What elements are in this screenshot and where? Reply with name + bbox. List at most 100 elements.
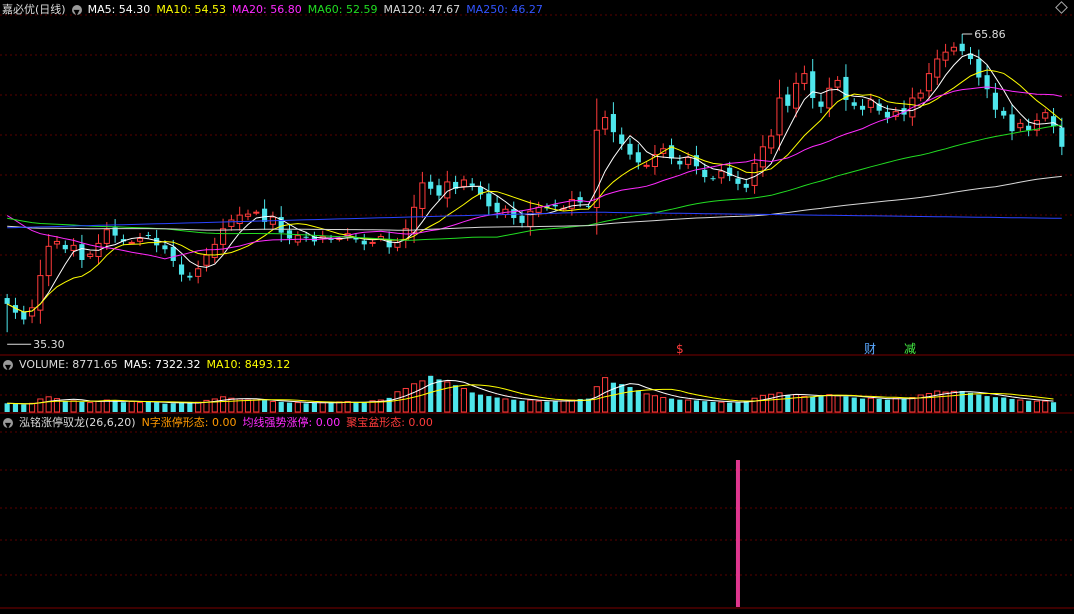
candle-down [859, 105, 866, 110]
candle-up [917, 92, 924, 99]
volume-bar-down [436, 379, 442, 412]
candle-up [751, 162, 758, 186]
volume-bar-up [336, 401, 343, 413]
candle-up [244, 213, 252, 217]
candle-down [635, 152, 641, 163]
candle-up [70, 244, 77, 251]
candle-down [162, 245, 168, 250]
volume-bar-down [286, 402, 293, 412]
candle-down [702, 169, 708, 178]
volume-bar-up [228, 397, 235, 413]
marker-cai[interactable]: 财 [864, 342, 876, 356]
indicator-field-3: 聚宝盆形态: 0.00 [346, 416, 433, 429]
candle-down [619, 134, 625, 144]
volume-bar-down [1001, 397, 1007, 412]
candle-down [992, 92, 998, 110]
candle-up [643, 164, 650, 167]
candle-up [236, 214, 243, 224]
candle-down [4, 298, 10, 304]
candle-down [851, 102, 857, 106]
candle-up [369, 241, 376, 244]
volume-header: ▼ VOLUME: 8771.65 MA5: 7322.32 MA10: 849… [0, 357, 290, 373]
volume-bar-up [95, 400, 102, 413]
ma5-label: MA5: 54.30 [87, 3, 151, 16]
volume-bar-down [610, 382, 616, 412]
volume-bar-up [568, 399, 575, 413]
volume-bar-down [21, 404, 27, 412]
volume-bar-up [419, 380, 426, 413]
volume-bar-down [477, 394, 484, 412]
candle-up [136, 238, 144, 242]
candle-up [411, 206, 418, 233]
stock-name[interactable]: 嘉必优(日线) [2, 2, 66, 18]
candle-up [219, 228, 227, 245]
volume-bar-down [544, 401, 550, 412]
candle-down [627, 143, 633, 155]
volume-bar-up [394, 391, 401, 413]
ma250-label: MA250: 46.27 [466, 3, 543, 16]
ma20-label: MA20: 56.80 [232, 3, 302, 16]
volume-bar-down [702, 401, 708, 412]
low-price-label: 35.30 [33, 338, 65, 351]
volume-bar-up [444, 381, 451, 413]
volume-bar-down [619, 384, 625, 412]
candle-down [436, 185, 442, 196]
candle-down [262, 208, 268, 222]
volume-bar-down [677, 399, 683, 412]
volume-bar-down [635, 390, 641, 412]
volume-bar-up [867, 397, 874, 413]
volume-bar-down [511, 399, 517, 412]
candle-up [460, 179, 467, 187]
chevron-down-icon[interactable]: ▼ [71, 5, 82, 17]
volume-ma5-label: MA5: 7322.32 [123, 358, 201, 371]
ma5-line [6, 53, 1063, 313]
candle-up [128, 241, 135, 244]
volume-bar-up [934, 390, 941, 413]
volume-bar-down [859, 398, 866, 412]
candle-up [776, 97, 783, 136]
candle-up [1042, 112, 1049, 119]
candle-up [53, 240, 61, 245]
volume-bar-up [660, 397, 667, 413]
volume-bar-down [710, 401, 716, 412]
candle-down [677, 160, 683, 165]
volume-bar-down [735, 402, 741, 412]
price-header: 嘉必优(日线) ▼ MA5: 54.30 MA10: 54.53 MA20: 5… [0, 2, 543, 18]
candle-up [103, 229, 110, 244]
volume-bar-down [976, 394, 982, 412]
candle-up [768, 135, 775, 149]
volume-bar-up [909, 397, 916, 413]
volume-bar-down [162, 403, 168, 412]
volume-bar-up [402, 387, 409, 413]
volume-bar-up [759, 394, 766, 413]
volume-bar-up [136, 402, 144, 413]
volume-bar-down [1009, 398, 1015, 412]
volume-bar-up [319, 402, 326, 413]
volume-bar-down [693, 400, 700, 412]
volume-bar-down [519, 400, 525, 412]
volume-bar-up [950, 390, 957, 413]
volume-bar-up [892, 397, 899, 413]
volume-bar-down [901, 398, 907, 412]
indicator-bar [735, 460, 740, 607]
volume-bar-up [718, 401, 725, 413]
chevron-down-icon[interactable]: ▼ [3, 360, 13, 372]
volume-bar-up [834, 395, 841, 413]
volume-bar-up [70, 400, 77, 413]
indicator-field-1: N字涨停形态: 0.00 [141, 416, 237, 429]
volume-bar-up [269, 401, 276, 413]
candle-down [1026, 125, 1032, 131]
candle-down [785, 94, 791, 106]
volume-bar-down [120, 402, 126, 412]
volume-bar-up [602, 377, 609, 413]
volume-bar-down [818, 395, 824, 412]
ma120-line [7, 175, 1062, 231]
volume-bar-down [627, 387, 633, 412]
stock-chart: 65.86 35.30 [0, 14, 1074, 609]
volume-bar-up [219, 396, 227, 413]
marker-jian[interactable]: 减 [904, 342, 916, 356]
marker-s[interactable]: $ [676, 342, 684, 356]
chevron-down-icon[interactable]: ▼ [3, 418, 13, 430]
indicator-name[interactable]: 泓铭涨停驭龙(26,6,20) [19, 415, 136, 431]
volume-bar-up [460, 387, 467, 413]
